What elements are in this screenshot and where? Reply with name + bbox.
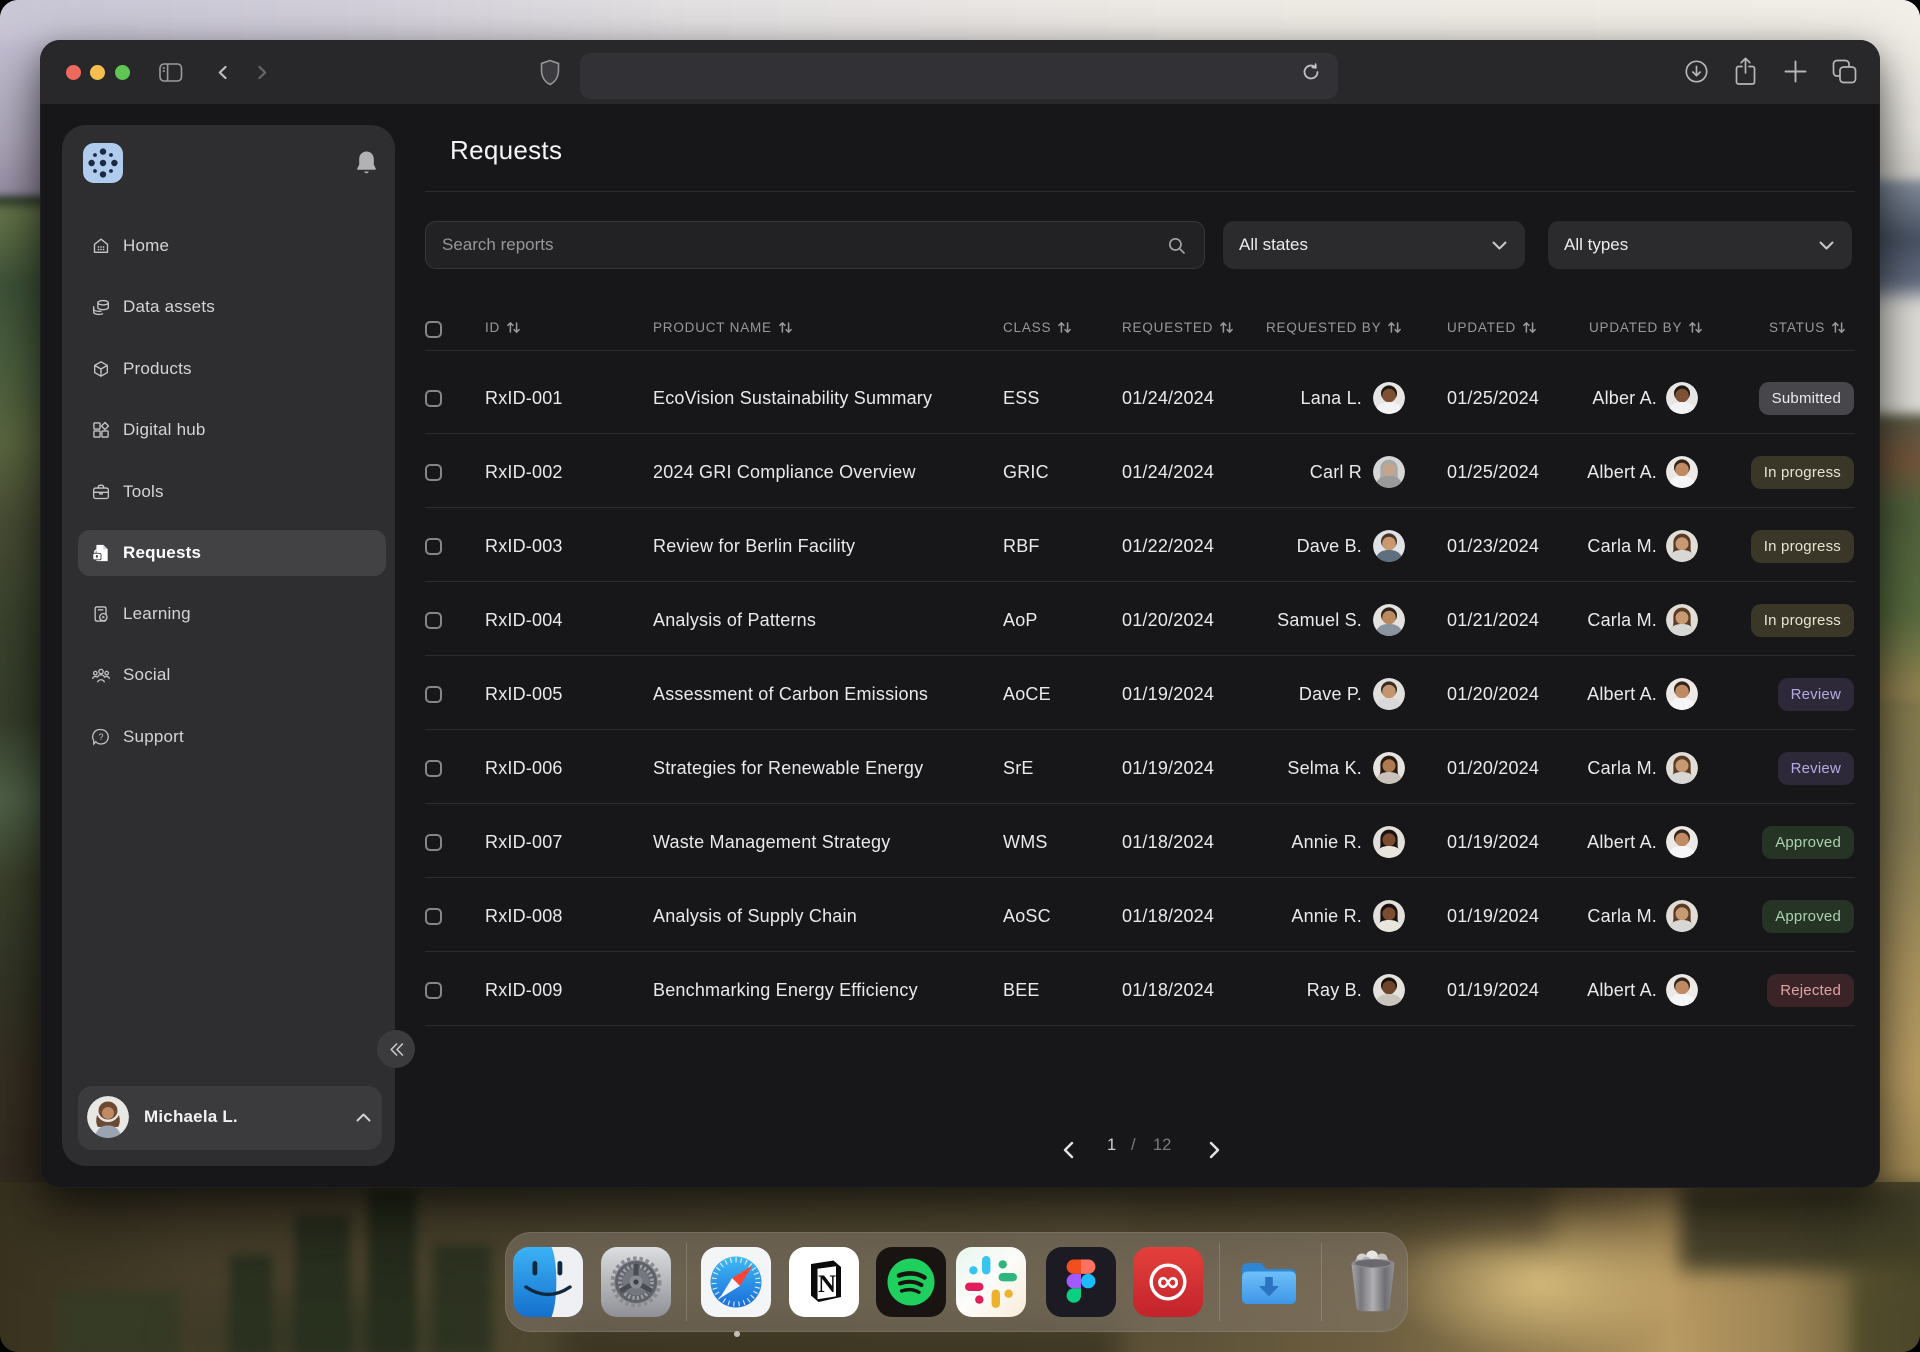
svg-text:∞: ∞: [1157, 1264, 1179, 1299]
svg-text:?: ?: [99, 732, 104, 742]
svg-text:N: N: [818, 1271, 836, 1298]
